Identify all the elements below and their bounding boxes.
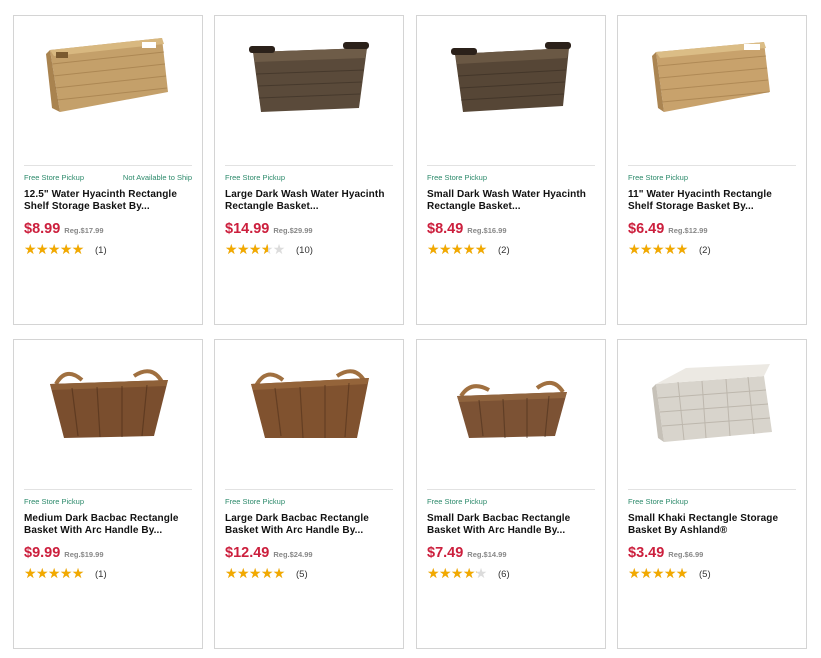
store-pickup-label: Free Store Pickup xyxy=(628,173,689,182)
review-count: (6) xyxy=(498,568,510,580)
product-card[interactable]: Free Store Pickup Large Dark Bacbac Rect… xyxy=(214,339,404,649)
product-title[interactable]: Large Dark Wash Water Hyacinth Rectangle… xyxy=(225,189,391,212)
product-card[interactable]: Free Store Pickup Small Dark Bacbac Rect… xyxy=(416,339,606,649)
regular-price: Reg.$12.99 xyxy=(668,226,708,235)
sale-price: $12.49 Reg.$24.99 xyxy=(225,545,313,561)
product-title[interactable]: Large Dark Bacbac Rectangle Basket With … xyxy=(225,513,391,536)
sale-price-value: $8.99 xyxy=(24,221,61,237)
rating[interactable]: ★★★★★★★★★★ (10) xyxy=(225,240,313,257)
review-count: (2) xyxy=(699,244,711,256)
sale-price-value: $9.99 xyxy=(24,545,61,561)
star-rating-icon: ★★★★★★★★★★ xyxy=(427,564,487,581)
card-divider xyxy=(628,489,796,490)
product-title[interactable]: 11" Water Hyacinth Rectangle Shelf Stora… xyxy=(628,189,794,212)
sale-price: $9.99 Reg.$19.99 xyxy=(24,545,104,561)
basket-image xyxy=(249,42,369,112)
rating[interactable]: ★★★★★★★★★★ (6) xyxy=(427,564,510,581)
star-rating-icon: ★★★★★★★★★★ xyxy=(24,240,84,257)
product-image[interactable] xyxy=(417,16,605,156)
ship-availability-label: Not Available to Ship xyxy=(122,173,192,182)
product-card[interactable]: Free Store Pickup Large Dark Wash Water … xyxy=(214,15,404,325)
sale-price: $3.49 Reg.$6.99 xyxy=(628,545,703,561)
card-divider xyxy=(628,165,796,166)
store-pickup-label: Free Store Pickup xyxy=(225,173,286,182)
regular-price: Reg.$24.99 xyxy=(273,550,313,559)
store-pickup-label: Free Store Pickup xyxy=(628,497,689,506)
product-title[interactable]: Medium Dark Bacbac Rectangle Basket With… xyxy=(24,513,190,536)
card-divider xyxy=(24,489,192,490)
regular-price: Reg.$17.99 xyxy=(64,226,104,235)
sale-price: $8.99 Reg.$17.99 xyxy=(24,221,104,237)
product-card[interactable]: Free Store Pickup Medium Dark Bacbac Rec… xyxy=(13,339,203,649)
product-image[interactable] xyxy=(215,16,403,156)
review-count: (1) xyxy=(95,568,107,580)
card-divider xyxy=(427,165,595,166)
basket-image xyxy=(652,42,770,112)
regular-price: Reg.$6.99 xyxy=(668,550,704,559)
store-pickup-label: Free Store Pickup xyxy=(427,497,488,506)
star-rating-icon: ★★★★★★★★★★ xyxy=(225,564,285,581)
card-divider xyxy=(427,489,595,490)
review-count: (5) xyxy=(296,568,308,580)
product-title[interactable]: 12.5" Water Hyacinth Rectangle Shelf Sto… xyxy=(24,189,190,212)
rating[interactable]: ★★★★★ ★★★★★ (2) xyxy=(427,240,510,257)
review-count: (5) xyxy=(699,568,711,580)
review-count: (10) xyxy=(296,244,313,256)
rating[interactable]: ★★★★★ ★★★★★ (5) xyxy=(225,564,308,581)
card-divider xyxy=(225,165,393,166)
product-image[interactable] xyxy=(14,340,202,480)
rating[interactable]: ★★★★★ ★★★★★ (5) xyxy=(628,564,711,581)
sale-price-value: $14.99 xyxy=(225,221,270,237)
rating[interactable]: ★★★★★ ★★★★★ (2) xyxy=(628,240,711,257)
review-count: (2) xyxy=(498,244,510,256)
product-title[interactable]: Small Dark Wash Water Hyacinth Rectangle… xyxy=(427,189,593,212)
basket-image xyxy=(457,380,567,439)
store-pickup-label: Free Store Pickup xyxy=(24,173,85,182)
product-image[interactable] xyxy=(618,340,806,480)
store-pickup-label: Free Store Pickup xyxy=(24,497,85,506)
regular-price: Reg.$29.99 xyxy=(273,226,313,235)
sale-price: $14.99 Reg.$29.99 xyxy=(225,221,313,237)
product-card[interactable]: Free Store Pickup Small Dark Wash Water … xyxy=(416,15,606,325)
product-card[interactable]: Free Store Pickup 11" Water Hyacinth Rec… xyxy=(617,15,807,325)
sale-price-value: $7.49 xyxy=(427,545,464,561)
product-card[interactable]: Free Store Pickup Small Khaki Rectangle … xyxy=(617,339,807,649)
card-divider xyxy=(225,489,393,490)
sale-price-value: $12.49 xyxy=(225,545,270,561)
sale-price-value: $3.49 xyxy=(628,545,665,561)
product-image[interactable] xyxy=(215,340,403,480)
product-image[interactable] xyxy=(618,16,806,156)
store-pickup-label: Free Store Pickup xyxy=(427,173,488,182)
rating[interactable]: ★★★★★ ★★★★★ (1) xyxy=(24,240,107,257)
rating[interactable]: ★★★★★ ★★★★★ (1) xyxy=(24,564,107,581)
regular-price: Reg.$14.99 xyxy=(467,550,507,559)
card-divider xyxy=(24,165,192,166)
basket-image xyxy=(251,369,369,439)
review-count: (1) xyxy=(95,244,107,256)
basket-image xyxy=(451,42,571,112)
sale-price: $8.49 Reg.$16.99 xyxy=(427,221,507,237)
product-image[interactable] xyxy=(14,16,202,156)
product-title[interactable]: Small Dark Bacbac Rectangle Basket With … xyxy=(427,513,593,536)
sale-price: $6.49 Reg.$12.99 xyxy=(628,221,708,237)
product-image[interactable] xyxy=(417,340,605,480)
basket-image xyxy=(46,38,168,112)
star-rating-icon: ★★★★★★★★★★ xyxy=(24,564,84,581)
store-pickup-label: Free Store Pickup xyxy=(225,497,286,506)
basket-image xyxy=(652,364,772,442)
sale-price-value: $8.49 xyxy=(427,221,464,237)
regular-price: Reg.$19.99 xyxy=(64,550,104,559)
product-title[interactable]: Small Khaki Rectangle Storage Basket By … xyxy=(628,513,794,536)
sale-price: $7.49 Reg.$14.99 xyxy=(427,545,507,561)
basket-image xyxy=(50,369,168,438)
star-rating-icon: ★★★★★★★★★★ xyxy=(427,240,487,257)
product-card[interactable]: Free Store Pickup Not Available to Ship … xyxy=(13,15,203,325)
star-rating-icon: ★★★★★★★★★★ xyxy=(628,564,688,581)
star-rating-icon: ★★★★★★★★★★ xyxy=(628,240,688,257)
sale-price-value: $6.49 xyxy=(628,221,665,237)
star-rating-icon: ★★★★★★★★★★ xyxy=(225,240,285,257)
regular-price: Reg.$16.99 xyxy=(467,226,507,235)
